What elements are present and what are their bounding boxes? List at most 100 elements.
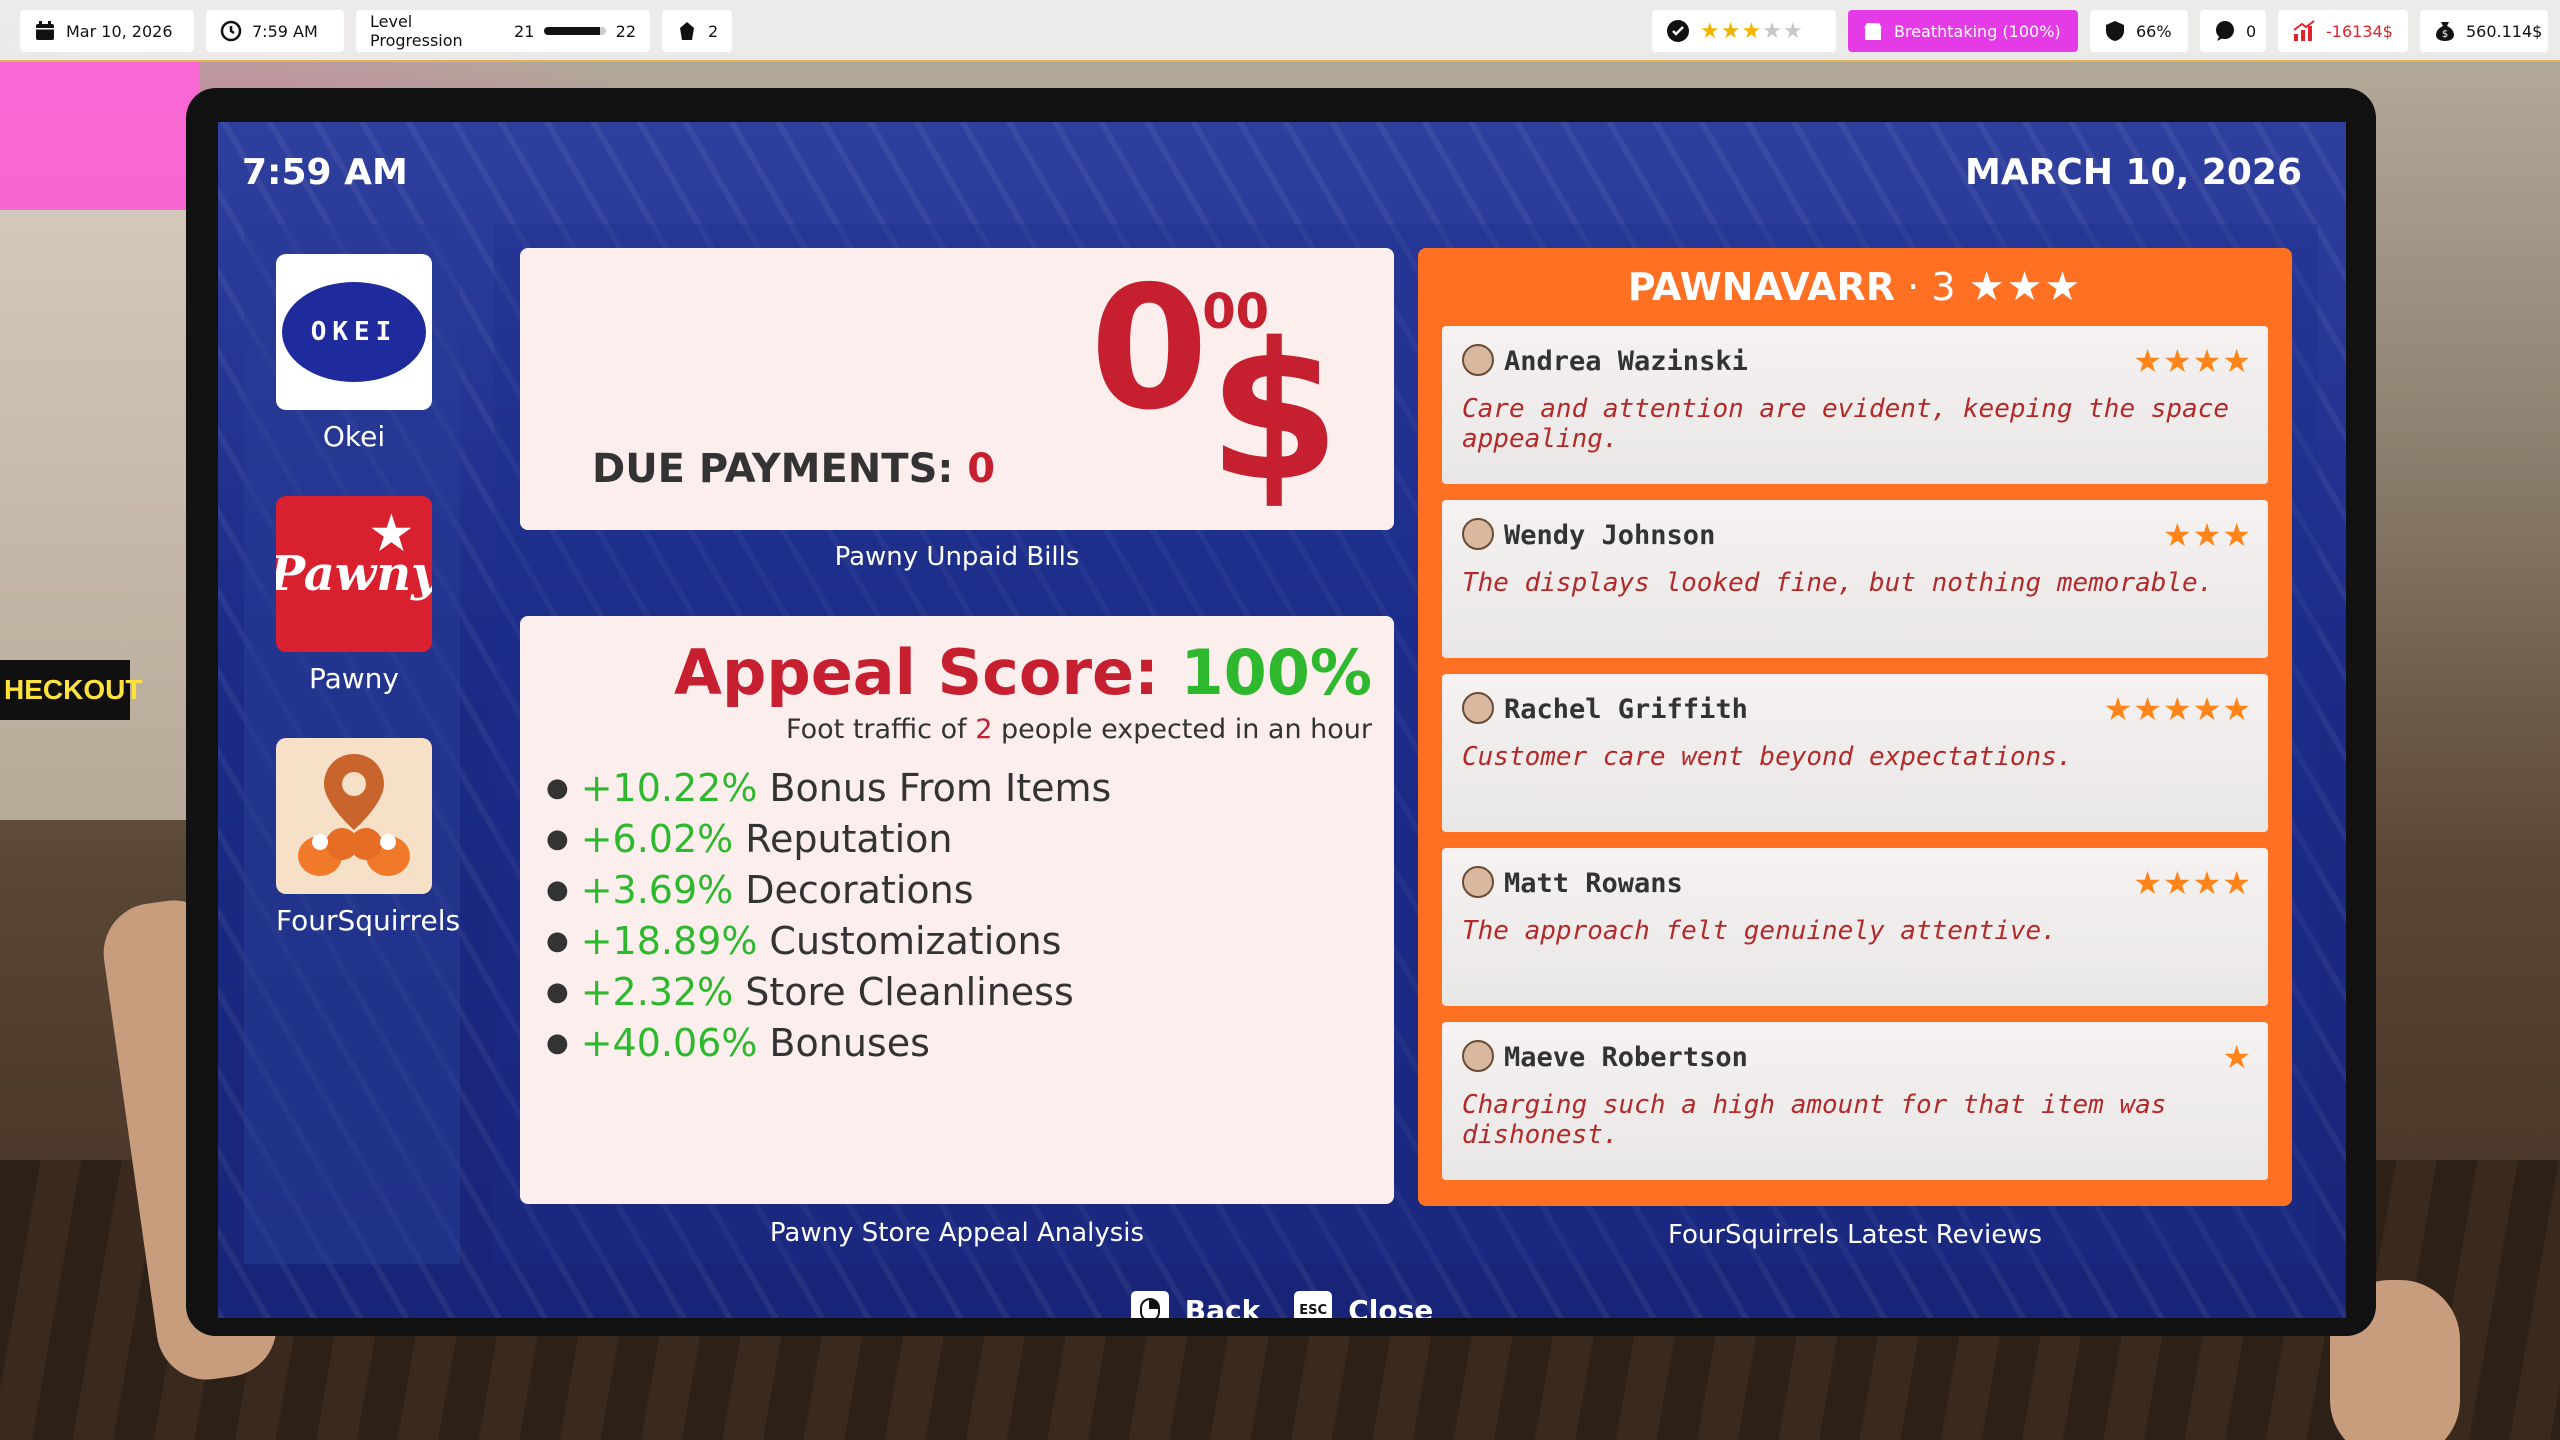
star-icon: ★: [2222, 1038, 2252, 1076]
review-stars: ★: [2222, 1038, 2252, 1076]
daily-change-value: -16134$: [2326, 21, 2393, 41]
appeal-item: ● +2.32% Store Cleanliness: [546, 966, 1111, 1017]
bullet-icon: ●: [546, 772, 569, 803]
back-label: Back: [1184, 1293, 1261, 1319]
level-label: Level Progression: [370, 12, 463, 50]
bullet-icon: ●: [546, 976, 569, 1007]
appeal-item-pct: +2.32%: [580, 969, 734, 1014]
avatar: [1462, 518, 1494, 550]
star-icon: ★: [1968, 264, 2007, 310]
hud-date: Mar 10, 2026: [20, 10, 194, 52]
star-icon: ★: [1700, 18, 1721, 44]
reviewer-name: Matt Rowans: [1504, 868, 1683, 899]
due-payments: DUE PAYMENTS: 0: [592, 446, 995, 492]
star-icon: ★: [2162, 690, 2193, 728]
appeal-caption: Pawny Store Appeal Analysis: [769, 1218, 1145, 1248]
mouse-right-click-icon: [1130, 1291, 1169, 1318]
reviews-panel: PAWNAVARR · 3 ★★★ Andrea Wazinski ★★★★ C…: [1418, 248, 2292, 1206]
okei-logo-icon[interactable]: OKEI: [276, 254, 432, 410]
appeal-item-pct: +10.22%: [580, 765, 758, 810]
bullet-icon: ●: [546, 823, 569, 854]
reviewer-name: Wendy Johnson: [1504, 520, 1716, 551]
due-payments-value: 0: [967, 446, 996, 492]
avatar: [1462, 692, 1494, 724]
trend-chart-icon: [2293, 20, 2315, 41]
review-stars: ★★★★: [2133, 864, 2252, 902]
pawny-logo-icon[interactable]: Pawny ★: [276, 496, 432, 652]
star-icon: ★: [2133, 690, 2163, 728]
avatar: [1462, 866, 1494, 898]
review-card: Andrea Wazinski ★★★★ Care and attention …: [1442, 326, 2268, 484]
star-icon: ★: [1762, 18, 1783, 44]
hud-money: $ 560.114$: [2420, 10, 2548, 52]
esc-key-icon: ESC: [1294, 1291, 1333, 1318]
okei-logo-text: OKEI: [282, 282, 426, 382]
screen-date: MARCH 10, 2026: [1965, 152, 2302, 193]
review-text: The approach felt genuinely attentive.: [1462, 916, 2057, 946]
review-card: Matt Rowans ★★★★ The approach felt genui…: [1442, 848, 2268, 1006]
review-card: Maeve Robertson ★ Charging such a high a…: [1442, 1022, 2268, 1180]
star-icon: ★: [2162, 516, 2193, 554]
star-icon: ★: [1720, 18, 1742, 44]
star-icon: ★: [2162, 864, 2193, 902]
hud-level-progression: Level Progression 21 22: [356, 10, 650, 52]
top-hud: Mar 10, 2026 7:59 AM Level Progression 2…: [0, 0, 2560, 62]
appeal-item-label: Decorations: [745, 867, 974, 912]
screen-time: 7:59 AM: [242, 152, 408, 193]
review-card: Rachel Griffith ★★★★★ Customer care went…: [1442, 674, 2268, 832]
appeal-item-pct: +3.69%: [580, 867, 734, 912]
appeal-score-value: 100%: [1180, 636, 1372, 709]
bills-caption: Pawny Unpaid Bills: [834, 542, 1080, 572]
hud-time: 7:59 AM: [206, 10, 344, 52]
due-payments-label: DUE PAYMENTS:: [592, 446, 968, 492]
star-icon: ★: [2222, 516, 2252, 554]
level-from: 21: [514, 21, 535, 41]
store-rating-stars: ★★★: [1969, 264, 2083, 310]
star-icon: ★: [2133, 342, 2163, 380]
avatar: [1462, 344, 1494, 376]
star-icon: ★: [2044, 264, 2083, 310]
hud-rating: ★★★★★: [1652, 10, 1836, 52]
appeal-score-title: Appeal Score: 100%: [674, 636, 1372, 709]
appeal-item: ● +18.89% Customizations: [546, 915, 1111, 966]
star-icon: ★: [2006, 264, 2045, 310]
star-icon: ★: [1782, 18, 1804, 44]
svg-text:$: $: [2442, 29, 2448, 40]
appeal-item-pct: +18.89%: [580, 918, 758, 963]
foursquirrels-logo-icon[interactable]: [276, 738, 432, 894]
items-count: 2: [708, 21, 719, 41]
app-foursquirrels[interactable]: FourSquirrels: [276, 738, 460, 937]
appeal-item-label: Reputation: [745, 816, 953, 861]
item-bag-icon: [680, 22, 694, 40]
close-button[interactable]: ESC Close: [1294, 1291, 1433, 1318]
calendar-icon: [36, 21, 54, 40]
squirrels-pin-icon: [298, 754, 410, 876]
appeal-item-pct: +40.06%: [580, 1020, 758, 1065]
foot-traffic-suffix: people expected in an hour: [992, 714, 1372, 745]
close-label: Close: [1348, 1293, 1434, 1319]
money-value: 560.114$: [2466, 21, 2543, 41]
money-bag-icon: $: [2436, 22, 2454, 41]
shield-icon: [2106, 21, 2124, 41]
hud-rating-stars: ★★★★★: [1700, 19, 1804, 44]
reviewer-name: Andrea Wazinski: [1504, 346, 1748, 377]
appeal-breakdown-list: ● +10.22% Bonus From Items ● +6.02% Reputati…: [546, 762, 1111, 1068]
back-button[interactable]: Back: [1130, 1291, 1261, 1319]
hud-notifications: 0: [2200, 10, 2266, 52]
foot-traffic-prefix: Foot traffic of: [786, 714, 976, 745]
review-stars: ★★★: [2163, 516, 2252, 554]
app-okei[interactable]: OKEI Okei: [276, 254, 432, 453]
level-progress-fill: [544, 27, 600, 35]
star-icon: ★: [1741, 18, 1763, 44]
app-pawny-label: Pawny: [308, 662, 399, 695]
star-icon: ★: [2133, 864, 2163, 902]
unpaid-bills-card: 0 .00 $ DUE PAYMENTS: 0: [520, 248, 1394, 530]
notifications-count: 0: [2246, 21, 2257, 41]
chat-bubble-icon: [2216, 21, 2234, 41]
appeal-item-label: Bonus From Items: [769, 765, 1112, 810]
reviewer-name: Maeve Robertson: [1504, 1042, 1748, 1073]
foot-traffic-text: Foot traffic of 2 people expected in an …: [786, 714, 1372, 745]
app-pawny[interactable]: Pawny ★ Pawny: [276, 496, 432, 695]
hud-time-text: 7:59 AM: [252, 21, 318, 41]
hud-security: 66%: [2090, 10, 2188, 52]
